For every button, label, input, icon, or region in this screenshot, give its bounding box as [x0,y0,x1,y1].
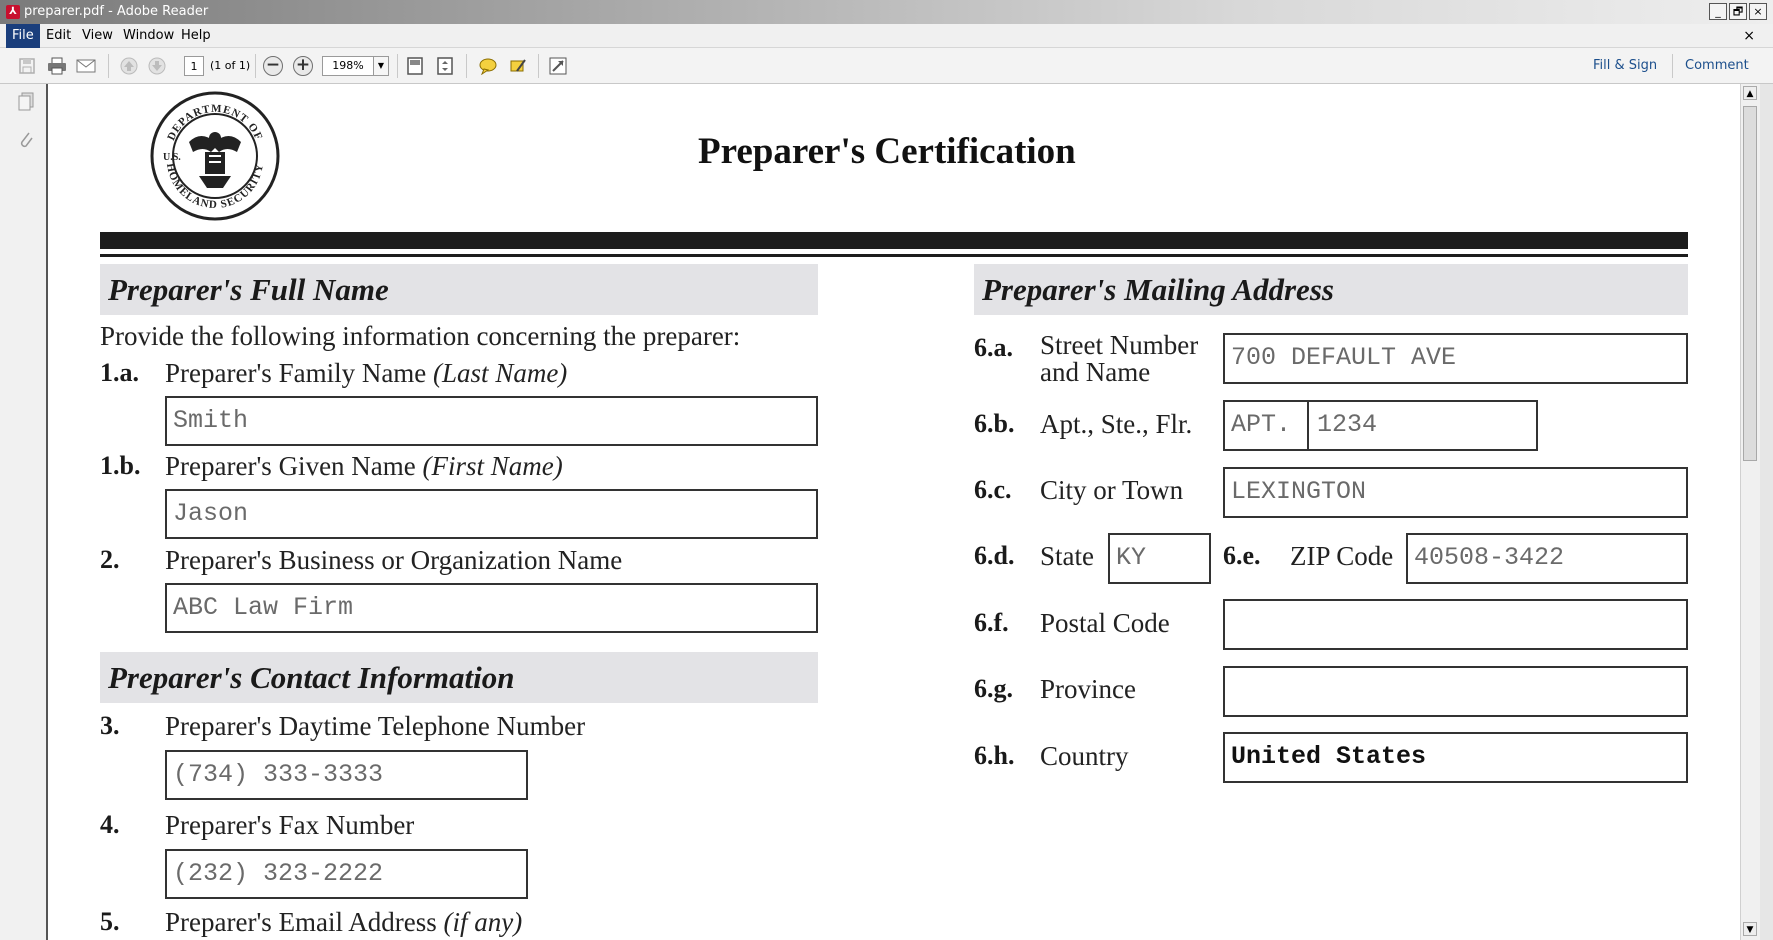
q6a-label: Street Number and Name [1040,330,1199,387]
apt-field[interactable]: APT. 1234 [1223,400,1538,451]
scroll-thumb[interactable] [1743,106,1757,461]
page-number-input[interactable]: 1 [184,56,204,76]
page-title: Preparer's Certification [698,131,1076,172]
zoom-out-icon[interactable]: − [263,56,283,76]
document-page: DEPARTMENT OF HOMELAND SECURITY U.S. Pre… [48,84,1740,940]
q2-number: 2. [100,545,120,574]
daytime-phone-field[interactable]: (734) 333-3333 [165,750,528,800]
fit-page-icon[interactable] [404,55,426,77]
q5-number: 5. [100,907,120,936]
adobe-reader-icon: ⅄ [6,5,20,19]
window-title: preparer.pdf - Adobe Reader [24,4,209,19]
section-contact-information: Preparer's Contact Information [100,652,818,703]
email-icon[interactable] [75,55,97,77]
family-name-field[interactable]: Smith [165,396,818,446]
state-field[interactable]: KY [1108,533,1211,584]
scroll-up-icon[interactable]: ▲ [1743,86,1757,100]
navigation-panel [0,84,48,940]
section-mailing-address: Preparer's Mailing Address [974,264,1688,315]
next-page-icon[interactable] [146,55,168,77]
window-edge [1760,84,1773,940]
fax-number-field[interactable]: (232) 323-2222 [165,849,528,899]
q6h-number: 6.h. [974,741,1015,770]
save-icon[interactable] [16,55,38,77]
title-divider [100,232,1688,249]
intro-text: Provide the following information concer… [100,321,741,351]
q4-label: Preparer's Fax Number [165,810,415,840]
province-field[interactable] [1223,666,1688,717]
postal-code-field[interactable] [1223,599,1688,650]
q6e-number: 6.e. [1223,541,1261,570]
title-divider-thin [100,254,1688,257]
zoom-in-icon[interactable]: + [293,56,313,76]
city-field[interactable]: LEXINGTON [1223,467,1688,518]
menu-help[interactable]: Help [175,24,217,48]
q1a-number: 1.a. [100,358,139,387]
scroll-mode-icon[interactable] [434,55,456,77]
menu-edit[interactable]: Edit [40,24,77,48]
q2-label: Preparer's Business or Organization Name [165,545,623,575]
sticky-note-icon[interactable] [477,55,499,77]
business-name-field[interactable]: ABC Law Firm [165,583,818,633]
q6b-label: Apt., Ste., Flr. [1040,409,1193,439]
restore-button[interactable]: 🗗 [1729,3,1747,20]
apt-type-select[interactable]: APT. [1231,402,1291,448]
full-screen-icon[interactable] [547,55,569,77]
q6e-label: ZIP Code [1290,541,1394,571]
apt-number-value: 1234 [1317,410,1378,439]
svg-text:U.S.: U.S. [163,152,181,163]
highlight-text-icon[interactable] [507,55,529,77]
q6a-number: 6.a. [974,333,1013,362]
pages-panel-icon[interactable] [16,92,36,112]
q6c-number: 6.c. [974,475,1012,504]
close-button[interactable]: × [1749,3,1767,20]
toolbar: 1 (1 of 1) − + 198% ▼ Fill & Sign Commen… [0,48,1773,84]
menu-file[interactable]: File [6,24,40,48]
fill-sign-button[interactable]: Fill & Sign [1593,48,1657,84]
menu-bar: File Edit View Window Help × [0,24,1773,48]
q6b-number: 6.b. [974,409,1015,438]
zoom-dropdown-icon[interactable]: ▼ [373,56,389,76]
previous-page-icon[interactable] [118,55,140,77]
q6f-number: 6.f. [974,608,1009,637]
q1a-label: Preparer's Family Name (Last Name) [165,358,568,388]
q6c-label: City or Town [1040,475,1184,505]
window-titlebar: ⅄ preparer.pdf - Adobe Reader _ 🗗 × [0,0,1773,24]
scroll-down-icon[interactable]: ▼ [1743,922,1757,936]
vertical-scrollbar[interactable]: ▲ ▼ [1740,84,1760,940]
comment-button[interactable]: Comment [1685,48,1749,84]
menu-view[interactable]: View [76,24,119,48]
q5-label: Preparer's Email Address (if any) [165,907,523,937]
close-document-icon[interactable]: × [1743,24,1755,48]
q4-number: 4. [100,810,120,839]
zoom-input[interactable]: 198% [322,56,374,76]
country-field[interactable]: United States [1223,732,1688,783]
given-name-field[interactable]: Jason [165,489,818,539]
print-icon[interactable] [46,55,68,77]
zip-code-field[interactable]: 40508-3422 [1406,533,1688,584]
street-address-field[interactable]: 700 DEFAULT AVE [1223,333,1688,384]
q6g-label: Province [1040,674,1136,704]
q6h-label: Country [1040,741,1129,771]
q1b-label: Preparer's Given Name (First Name) [165,451,563,481]
q6f-label: Postal Code [1040,608,1170,638]
q3-number: 3. [100,711,120,740]
minimize-button[interactable]: _ [1709,3,1727,20]
q6g-number: 6.g. [974,674,1013,703]
attachments-icon[interactable] [16,130,36,150]
page-count: (1 of 1) [210,59,251,72]
q6d-label: State [1040,541,1094,571]
section-full-name: Preparer's Full Name [100,264,818,315]
dhs-seal-logo: DEPARTMENT OF HOMELAND SECURITY U.S. [150,91,280,221]
q3-label: Preparer's Daytime Telephone Number [165,711,586,741]
q6d-number: 6.d. [974,541,1015,570]
q1b-number: 1.b. [100,451,141,480]
menu-window[interactable]: Window [117,24,180,48]
